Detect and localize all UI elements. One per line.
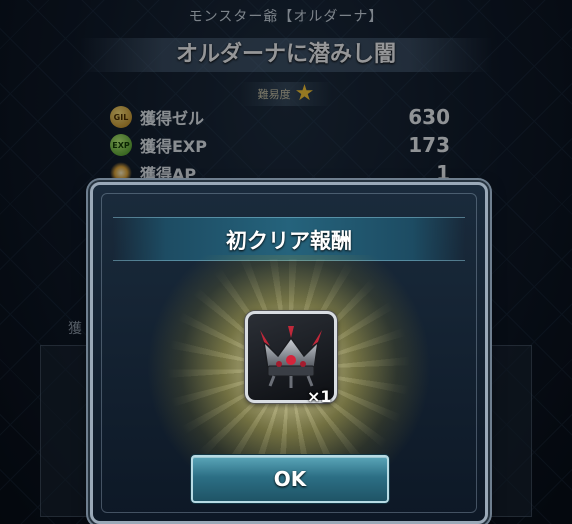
reward-quantity: ×1 [307, 387, 332, 406]
first-clear-reward-dialog: 初クリア報酬 ×1 OK [90, 182, 488, 524]
ok-button[interactable]: OK [191, 455, 389, 503]
dialog-title: 初クリア報酬 [226, 229, 352, 253]
crown-item-icon [260, 326, 322, 388]
